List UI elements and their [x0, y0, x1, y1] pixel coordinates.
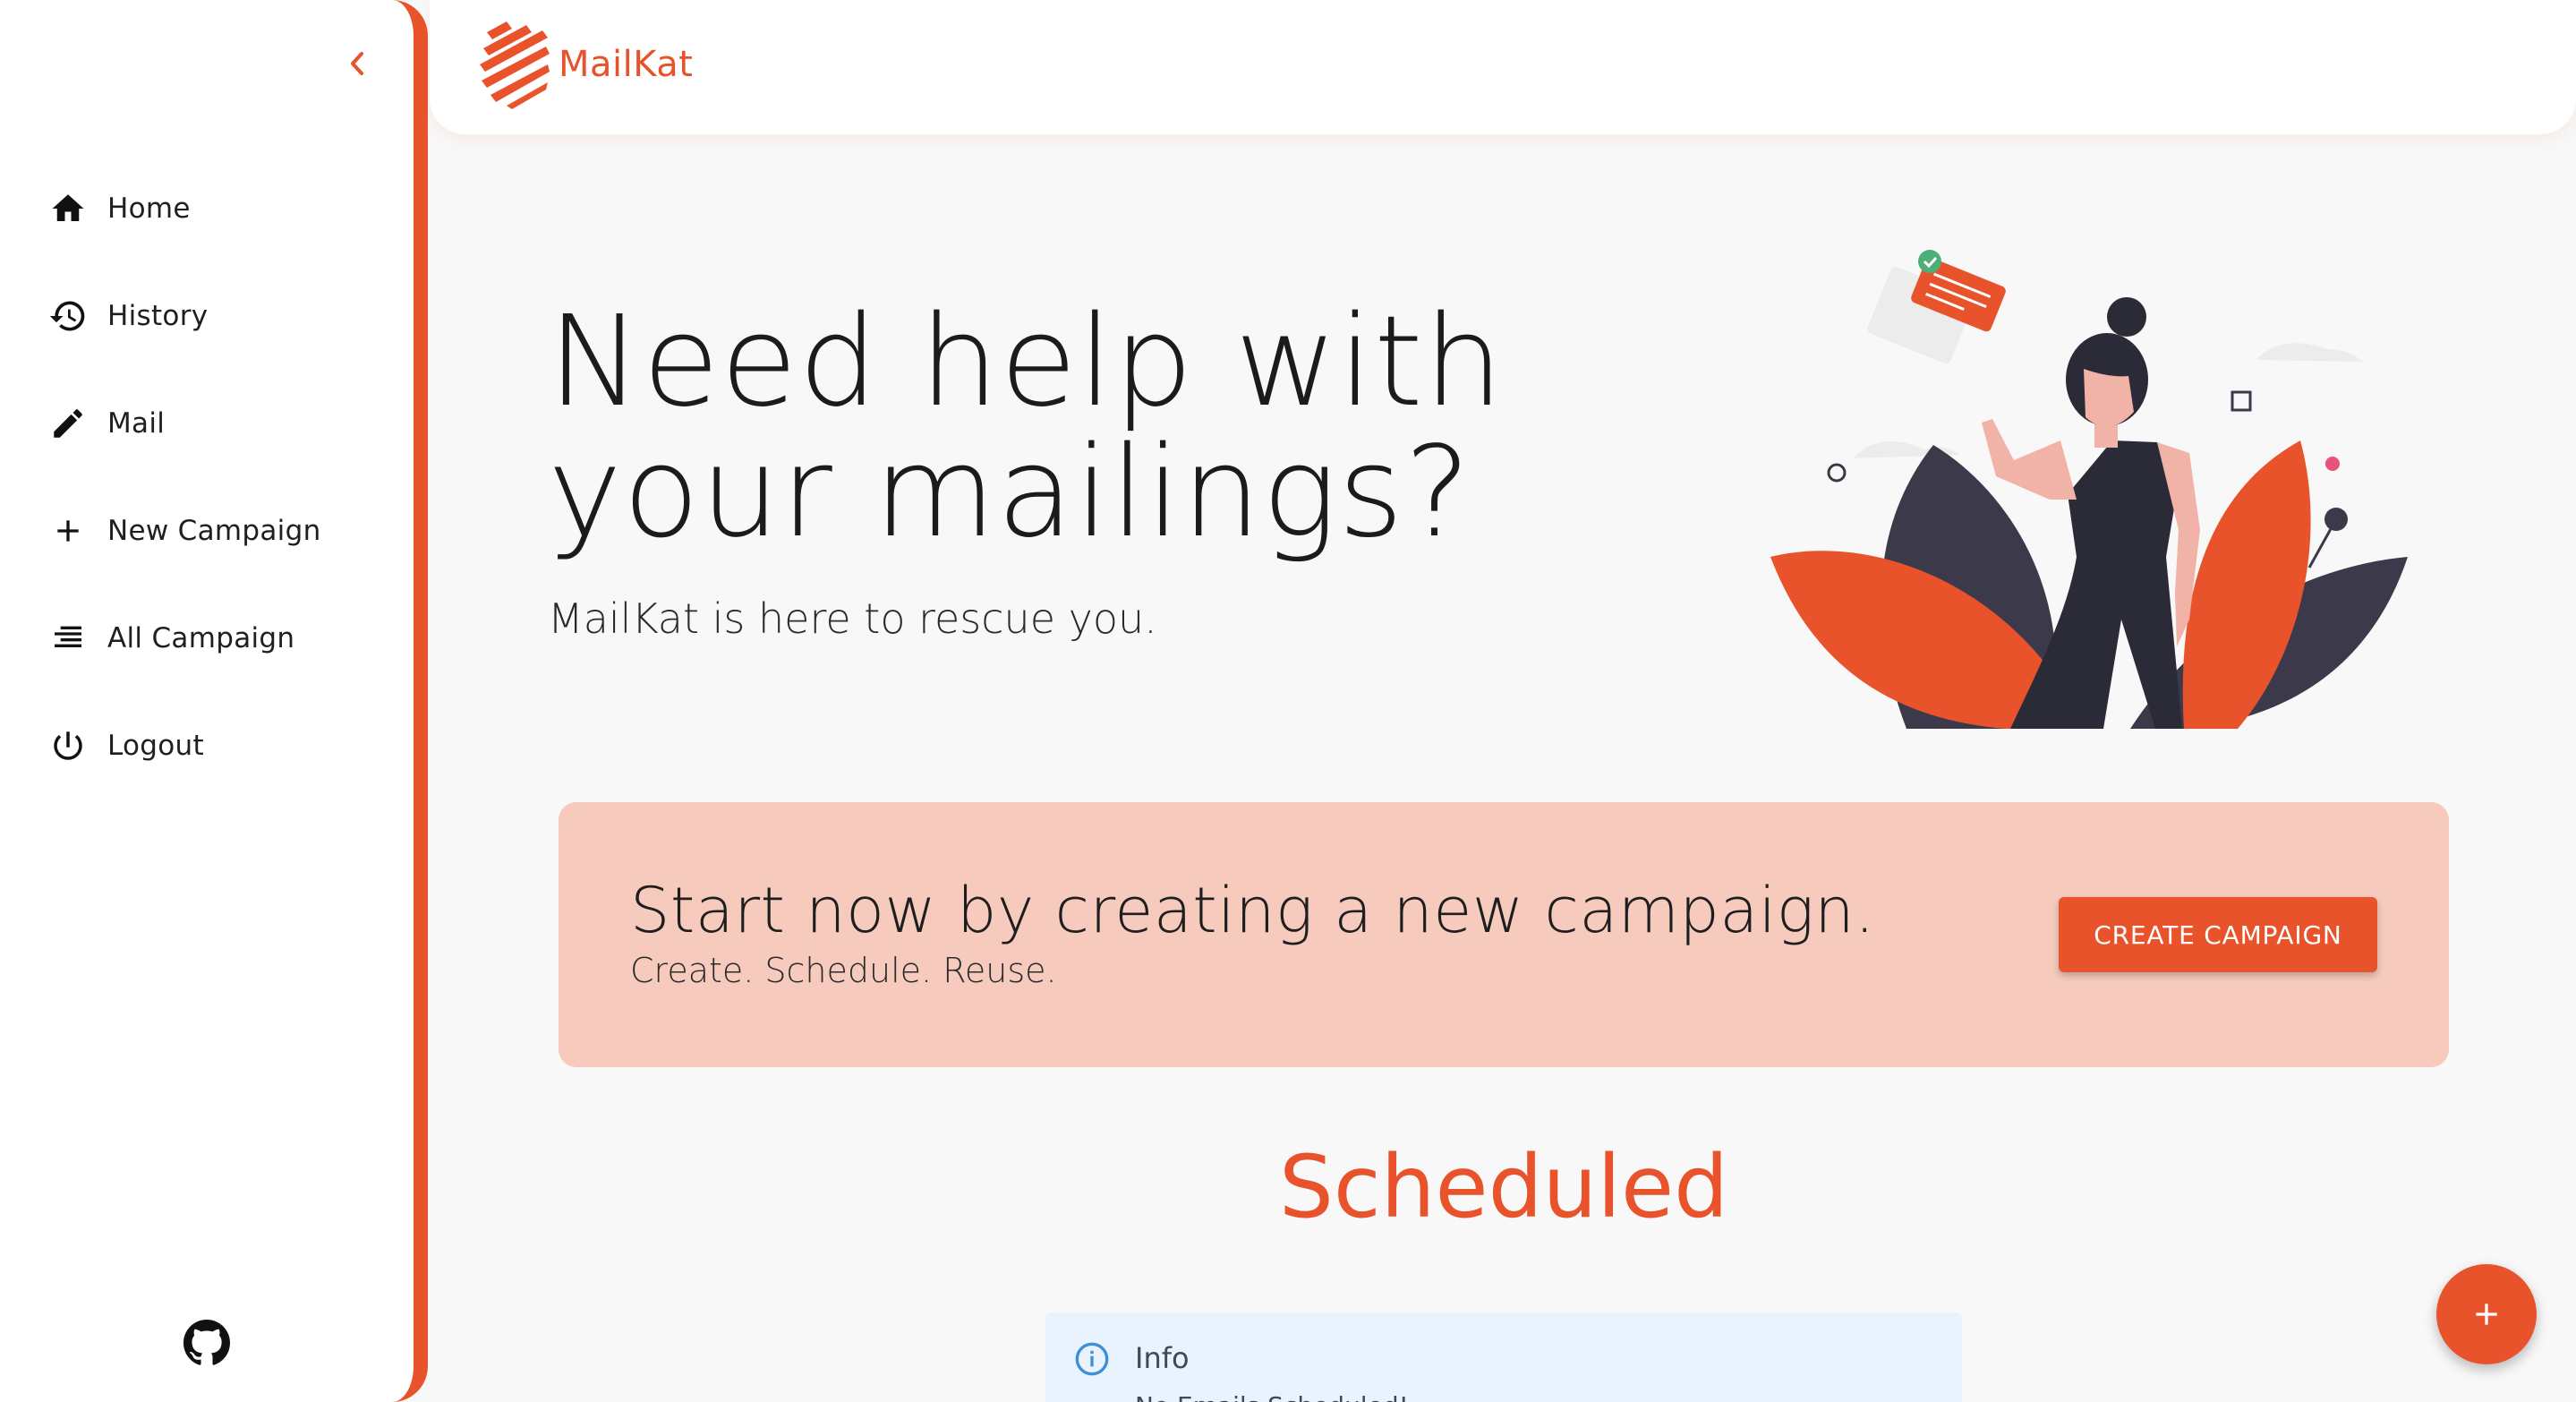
- plus-icon: [48, 511, 88, 551]
- woman-with-mail-illustration: [1770, 250, 2408, 729]
- scheduled-heading: Scheduled: [1278, 1137, 1729, 1237]
- sidebar-item-new-campaign[interactable]: New Campaign: [0, 491, 394, 571]
- mailkat-logo-icon: [480, 21, 550, 109]
- brand-logo[interactable]: MailKat: [471, 18, 693, 111]
- sidebar-item-mail[interactable]: Mail: [0, 383, 394, 464]
- banner-title: Start now by creating a new campaign.: [630, 874, 1875, 947]
- sidebar-item-logout[interactable]: Logout: [0, 705, 394, 786]
- sidebar-item-history[interactable]: History: [0, 276, 394, 356]
- hero-title-line-2: your mailings?: [548, 420, 1472, 566]
- info-title: Info: [1135, 1341, 1190, 1375]
- banner-subtitle: Create. Schedule. Reuse.: [630, 951, 1057, 990]
- hero-title-line-1: Need help with: [548, 289, 1505, 435]
- brand-name: MailKat: [559, 44, 694, 85]
- github-icon: [183, 1320, 230, 1365]
- github-link[interactable]: [183, 1320, 230, 1366]
- info-message: No Emails Scheduled!: [1135, 1391, 1409, 1402]
- home-icon: [48, 189, 88, 228]
- sidebar-item-label: Mail: [107, 407, 166, 440]
- collapse-sidebar-button[interactable]: [338, 45, 376, 82]
- sidebar-item-label: Logout: [107, 730, 204, 762]
- list-icon: [48, 619, 88, 658]
- sidebar-item-label: All Campaign: [107, 622, 295, 654]
- chevron-left-icon: [351, 52, 363, 75]
- sidebar-item-label: Home: [107, 192, 191, 225]
- sidebar-item-home[interactable]: Home: [0, 168, 394, 249]
- pencil-icon: [48, 404, 88, 443]
- create-campaign-banner: Start now by creating a new campaign. Cr…: [559, 802, 2449, 1067]
- sidebar-item-label: New Campaign: [107, 515, 321, 547]
- plus-icon: [2476, 1304, 2497, 1325]
- sidebar-item-label: History: [107, 300, 209, 332]
- top-header: MailKat: [430, 0, 2576, 134]
- add-fab-button[interactable]: [2436, 1264, 2537, 1364]
- info-icon: [1075, 1342, 1109, 1376]
- hero-subtitle: MailKat is here to rescue you.: [548, 594, 1157, 643]
- create-campaign-button[interactable]: CREATE CAMPAIGN: [2059, 897, 2377, 972]
- app-root: Home History Mail New Campaign All Campa…: [0, 0, 2576, 1402]
- info-alert: Info No Emails Scheduled!: [1045, 1312, 1962, 1402]
- hero-title: Need help with your mailings?: [548, 297, 1532, 559]
- history-icon: [48, 296, 88, 336]
- power-icon: [48, 726, 88, 765]
- sidebar: Home History Mail New Campaign All Campa…: [0, 0, 428, 1402]
- sidebar-item-all-campaign[interactable]: All Campaign: [0, 598, 394, 679]
